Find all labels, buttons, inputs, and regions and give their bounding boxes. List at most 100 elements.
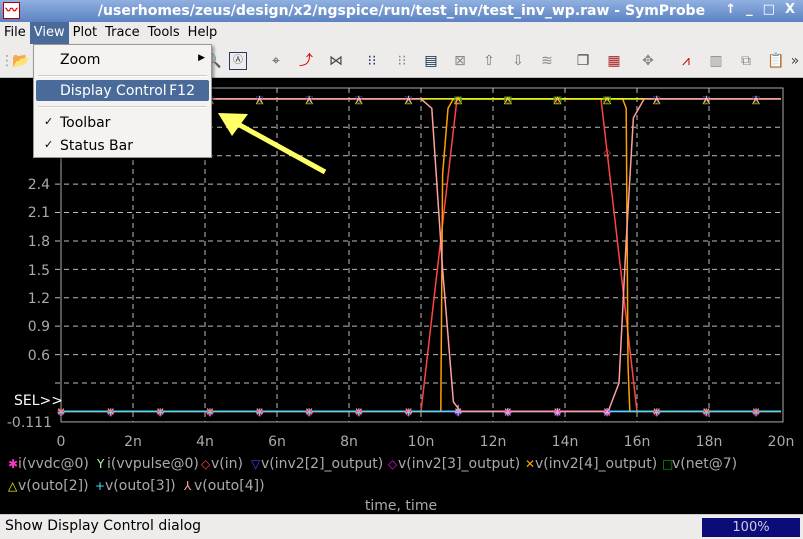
menu-help[interactable]: Help — [184, 22, 222, 44]
legend-marker-icon: △ — [8, 479, 18, 493]
menu-item-zoom[interactable]: Zoom ▶ — [36, 49, 209, 70]
trace-marker: ⅄ — [455, 404, 462, 415]
crosshair-icon[interactable]: ⌖ — [265, 50, 287, 72]
wave-stack-icon[interactable]: ≋ — [536, 50, 558, 72]
y-tick-label: 0.6 — [28, 348, 50, 364]
x-tick-label: 20n — [768, 434, 795, 450]
y-tick-label: 1.5 — [28, 263, 50, 279]
legend-entry: v(inv2[2]_output) — [261, 456, 383, 472]
trace-marker: △ — [504, 95, 512, 106]
grid-red-icon[interactable]: ⁝⁝ — [361, 50, 383, 72]
maximize-button[interactable]: □ — [763, 2, 775, 17]
window-title: /userhomes/zeus/design/x2/ngspice/run/te… — [97, 3, 706, 19]
check-icon: ✓ — [44, 138, 54, 151]
trace-marker: ⅄ — [703, 95, 710, 106]
trace-marker: + — [206, 407, 214, 418]
open-folder-icon[interactable]: 📂 — [10, 50, 32, 72]
legend-entry: i(vvdc@0) — [18, 456, 89, 472]
y-tick-label: 2.1 — [28, 205, 50, 221]
x-tick-label: 2n — [124, 434, 142, 450]
menu-tools[interactable]: Tools — [144, 22, 184, 44]
status-text: Show Display Control dialog — [5, 518, 202, 534]
paste-plot-icon[interactable]: 📋 — [765, 50, 787, 72]
zoom-region-icon[interactable]: Ⓐ — [229, 52, 247, 70]
menu-separator — [38, 75, 207, 77]
trace-marker: + — [106, 407, 114, 418]
pan-icon[interactable]: ✥ — [637, 50, 659, 72]
trace-marker: + — [653, 407, 661, 418]
copy-plot-icon[interactable]: ⧉ — [735, 50, 757, 72]
maximize-up-button[interactable]: ↑ — [725, 2, 736, 17]
legend-marker-icon: ✕ — [525, 457, 535, 471]
curve-cursor-icon[interactable]: ⤴ — [295, 50, 317, 72]
y-tick-label: 1.8 — [28, 234, 50, 250]
close-button[interactable]: X — [785, 2, 795, 17]
trace-marker: ⅄ — [356, 95, 363, 106]
trace-marker: + — [57, 407, 65, 418]
menu-item-label: Toolbar — [60, 115, 111, 131]
x-tick-label: 8n — [340, 434, 358, 450]
trace-marker: + — [255, 407, 263, 418]
title-bar: 〰 /userhomes/zeus/design/x2/ngspice/run/… — [0, 0, 803, 22]
menu-item-display-control[interactable]: Display Control F12 — [36, 80, 209, 101]
menu-plot[interactable]: Plot — [69, 22, 102, 44]
view-menu-dropdown: Zoom ▶ Display Control F12 ✓ Toolbar ✓ S… — [33, 44, 212, 158]
legend-marker-icon: ◇ — [388, 457, 398, 471]
trace-marker: △ — [554, 95, 562, 106]
legend-entry: i(vvpulse@0) — [107, 456, 199, 472]
x-tick-label: 0 — [57, 434, 66, 450]
menu-item-label: Zoom — [60, 52, 101, 68]
legend-entry: v(inv2[4]_output) — [535, 456, 657, 472]
inspect-window-icon[interactable]: ▦ — [603, 50, 625, 72]
panel-wave-icon[interactable]: ▤ — [420, 50, 442, 72]
trace-marker: + — [752, 407, 760, 418]
trace-marker: + — [404, 407, 412, 418]
menu-file[interactable]: File — [0, 22, 30, 44]
x-tick-label: 10n — [408, 434, 435, 450]
waveform-cross-icon[interactable]: ⋈ — [325, 50, 347, 72]
trace-marker: ⅄ — [753, 95, 760, 106]
y-tick-label: 2.4 — [28, 177, 50, 193]
annotation-arrow — [218, 113, 327, 175]
more-icon[interactable]: » — [788, 50, 802, 72]
toolbar-grip[interactable]: ⋮ — [0, 50, 14, 72]
move-up-icon[interactable]: ⇧ — [478, 50, 500, 72]
legend-entry: v(outo[2]) — [18, 478, 89, 494]
legend-marker-icon: + — [95, 479, 105, 493]
menu-item-toolbar[interactable]: ✓ Toolbar — [36, 112, 209, 133]
progress-bar: 100% — [702, 518, 800, 537]
x-tick-label: 16n — [624, 434, 651, 450]
legend: ✱ i(vvdc@0) Yi(vvpulse@0) ◇ v(in) ▽ v(inv2[2]_… — [8, 456, 737, 494]
x-tick-label: 12n — [480, 434, 507, 450]
menu-bar: File View Plot Trace Tools Help — [0, 22, 803, 44]
grid-dotted-icon[interactable]: ⁝⁝ — [391, 50, 413, 72]
trace-marker: + — [156, 407, 164, 418]
legend-marker-icon: Y — [96, 457, 105, 471]
minimize-button[interactable]: _ — [746, 2, 753, 17]
legend-marker-icon: ▽ — [251, 457, 261, 471]
menu-item-status-bar[interactable]: ✓ Status Bar — [36, 135, 209, 156]
trace-marker: △ — [454, 95, 462, 106]
menu-view[interactable]: View — [29, 22, 69, 44]
menu-item-shortcut: F12 — [169, 83, 195, 99]
legend-entry: v(inv2[3]_output) — [398, 456, 520, 472]
copy-window-icon[interactable]: ❐ — [572, 50, 594, 72]
check-icon: ✓ — [44, 115, 54, 128]
trace-marker: △ — [603, 95, 611, 106]
legend-entry: v(net@7) — [672, 456, 737, 472]
x-tick-label: 6n — [268, 434, 286, 450]
move-down-icon[interactable]: ⇩ — [507, 50, 529, 72]
menu-separator — [38, 106, 207, 108]
status-bar: Show Display Control dialog 100% — [0, 514, 803, 539]
legend-marker-icon: ⅄ — [183, 479, 192, 493]
line-chart-icon[interactable]: ⩘ — [675, 50, 697, 72]
trace-marker: ◇ — [603, 148, 611, 159]
menu-trace[interactable]: Trace — [101, 22, 144, 44]
y-tick-label: -0.111 — [7, 415, 52, 431]
trace-marker: ⅄ — [654, 95, 661, 106]
histogram-icon[interactable]: ▥ — [705, 50, 727, 72]
x-tick-label: 18n — [696, 434, 723, 450]
trace-marker: ⅄ — [604, 407, 611, 418]
legend-entry: v(in) — [211, 456, 243, 472]
panel-empty-icon[interactable]: ⊠ — [449, 50, 471, 72]
